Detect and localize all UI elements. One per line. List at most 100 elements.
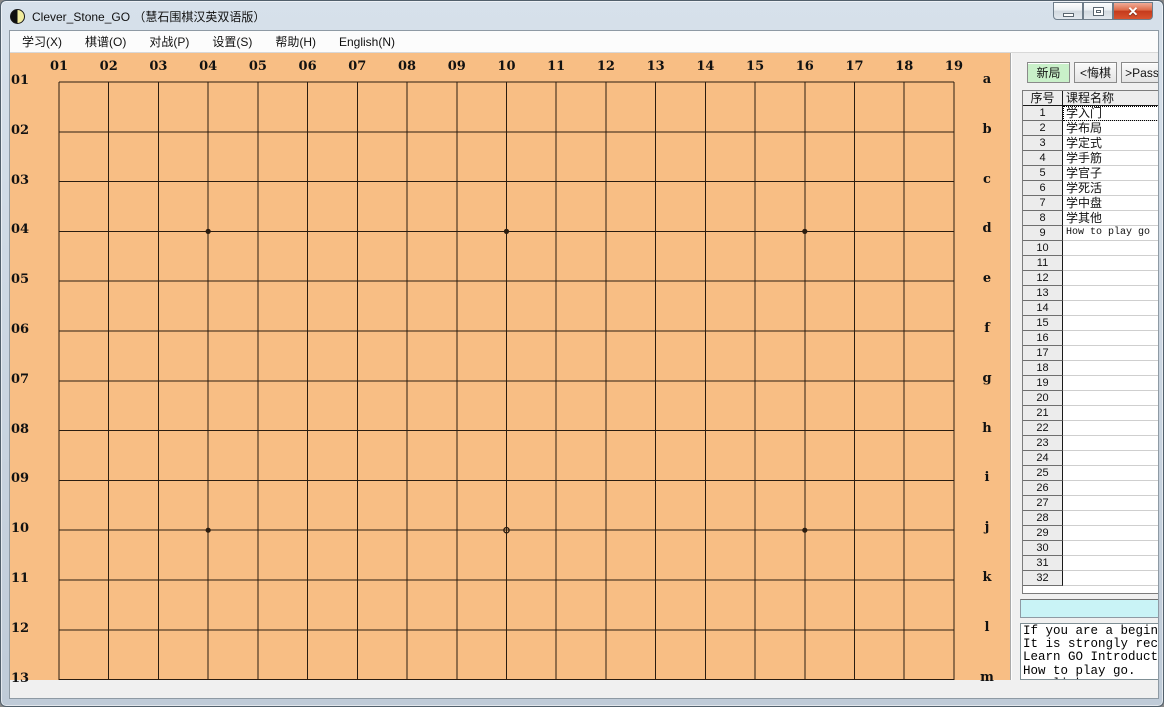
course-name-cell[interactable]: [1063, 256, 1158, 271]
table-row[interactable]: 16: [1023, 331, 1158, 346]
table-row[interactable]: 27: [1023, 496, 1158, 511]
course-name-cell[interactable]: [1063, 436, 1158, 451]
minimize-button[interactable]: [1053, 2, 1083, 20]
row-number-cell: 18: [1023, 361, 1063, 376]
course-name-cell[interactable]: 学手筋: [1063, 151, 1158, 166]
table-row[interactable]: 5 学官子: [1023, 166, 1158, 181]
course-name-cell[interactable]: [1063, 466, 1158, 481]
course-name-cell[interactable]: [1063, 571, 1158, 586]
close-button[interactable]: ✕: [1113, 2, 1153, 20]
menu-item[interactable]: English(N): [331, 32, 403, 52]
course-name-cell[interactable]: [1063, 346, 1158, 361]
course-name-cell[interactable]: [1063, 496, 1158, 511]
course-name-cell[interactable]: [1063, 241, 1158, 256]
menu-bar: 学习(X) 棋谱(O) 对战(P) 设置(S) 帮助(H) English(N): [10, 31, 1158, 53]
table-row[interactable]: 29: [1023, 526, 1158, 541]
table-row[interactable]: 3 学定式: [1023, 136, 1158, 151]
menu-item[interactable]: 帮助(H): [267, 31, 324, 53]
new-game-button[interactable]: 新局: [1027, 62, 1070, 83]
row-number-cell: 17: [1023, 346, 1063, 361]
table-row[interactable]: 11: [1023, 256, 1158, 271]
board-grid: [58, 81, 955, 680]
row-number-cell: 4: [1023, 151, 1063, 166]
table-row[interactable]: 21: [1023, 406, 1158, 421]
undo-button[interactable]: <悔棋: [1074, 62, 1117, 83]
table-row[interactable]: 19: [1023, 376, 1158, 391]
course-name-cell[interactable]: [1063, 526, 1158, 541]
course-name-cell[interactable]: How to play go: [1063, 226, 1158, 241]
course-name-cell[interactable]: [1063, 421, 1158, 436]
answer-input[interactable]: [1020, 599, 1158, 618]
maximize-button[interactable]: [1083, 2, 1113, 20]
table-row[interactable]: 13: [1023, 286, 1158, 301]
table-row[interactable]: 25: [1023, 466, 1158, 481]
table-row[interactable]: 9 How to play go: [1023, 226, 1158, 241]
course-name-cell[interactable]: [1063, 451, 1158, 466]
board-col-label: 08: [397, 59, 417, 74]
star-point: [802, 228, 808, 234]
table-row[interactable]: 10: [1023, 241, 1158, 256]
app-icon: [10, 8, 25, 24]
table-row[interactable]: 8 学其他: [1023, 211, 1158, 226]
course-name-cell[interactable]: [1063, 286, 1158, 301]
course-name-cell[interactable]: [1063, 541, 1158, 556]
course-name-cell[interactable]: [1063, 361, 1158, 376]
app-window: Clever_Stone_GO （慧石围棋汉英双语版） ✕ 学习(X) 棋谱(O)…: [0, 0, 1164, 707]
board-col-label: 03: [149, 59, 168, 74]
table-row[interactable]: 15: [1023, 316, 1158, 331]
board-col-label: 13: [646, 59, 665, 74]
table-row[interactable]: 4 学手筋: [1023, 151, 1158, 166]
row-number-cell: 15: [1023, 316, 1063, 331]
title-bar[interactable]: Clever_Stone_GO （慧石围棋汉英双语版）: [2, 2, 1162, 30]
course-name-cell[interactable]: 学定式: [1063, 136, 1158, 151]
row-number-cell: 22: [1023, 421, 1063, 436]
course-name-cell[interactable]: [1063, 316, 1158, 331]
table-row[interactable]: 24: [1023, 451, 1158, 466]
table-row[interactable]: 20: [1023, 391, 1158, 406]
board-letter-label: j: [984, 520, 990, 536]
table-row[interactable]: 14: [1023, 301, 1158, 316]
table-row[interactable]: 31: [1023, 556, 1158, 571]
table-row[interactable]: 32: [1023, 571, 1158, 586]
course-name-cell[interactable]: 学其他: [1063, 211, 1158, 226]
course-name-cell[interactable]: [1063, 301, 1158, 316]
course-name-cell[interactable]: [1063, 556, 1158, 571]
table-row[interactable]: 17: [1023, 346, 1158, 361]
row-number-cell: 6: [1023, 181, 1063, 196]
board-col-label: 02: [99, 59, 118, 74]
course-name-cell[interactable]: 学布局: [1063, 121, 1158, 136]
course-name-cell[interactable]: 学死活: [1063, 181, 1158, 196]
row-number-cell: 8: [1023, 211, 1063, 226]
menu-item[interactable]: 棋谱(O): [77, 31, 134, 53]
course-name-cell[interactable]: [1063, 331, 1158, 346]
star-point: [205, 228, 211, 234]
table-row[interactable]: 18: [1023, 361, 1158, 376]
menu-item[interactable]: 对战(P): [141, 31, 197, 53]
table-row[interactable]: 2 学布局: [1023, 121, 1158, 136]
menu-item[interactable]: 设置(S): [204, 31, 260, 53]
course-name-cell[interactable]: [1063, 271, 1158, 286]
menu-item[interactable]: 学习(X): [14, 31, 70, 53]
table-row[interactable]: 30: [1023, 541, 1158, 556]
course-name-cell[interactable]: [1063, 511, 1158, 526]
table-row[interactable]: 23: [1023, 436, 1158, 451]
table-row[interactable]: 7 学中盘: [1023, 196, 1158, 211]
table-row[interactable]: 26: [1023, 481, 1158, 496]
table-row[interactable]: 28: [1023, 511, 1158, 526]
course-name-cell[interactable]: [1063, 376, 1158, 391]
table-row[interactable]: 6 学死活: [1023, 181, 1158, 196]
course-name-cell[interactable]: 学官子: [1063, 166, 1158, 181]
pass-button[interactable]: >Pass: [1121, 62, 1158, 83]
board-row-label: 11: [11, 571, 30, 586]
table-row[interactable]: 22: [1023, 421, 1158, 436]
go-board[interactable]: 01 02 03 04 05 06 07 08 09 10 11 12 13 14 15 16 17 18 19 01…: [10, 53, 1010, 686]
course-name-cell[interactable]: [1063, 406, 1158, 421]
table-row[interactable]: 1 学入门: [1023, 106, 1158, 121]
star-point: [802, 527, 808, 533]
course-name-cell[interactable]: 学中盘: [1063, 196, 1158, 211]
table-row[interactable]: 12: [1023, 271, 1158, 286]
course-name-cell[interactable]: [1063, 391, 1158, 406]
course-name-cell[interactable]: [1063, 481, 1158, 496]
board-col-label: 19: [944, 59, 963, 74]
course-name-cell[interactable]: 学入门: [1063, 106, 1158, 121]
